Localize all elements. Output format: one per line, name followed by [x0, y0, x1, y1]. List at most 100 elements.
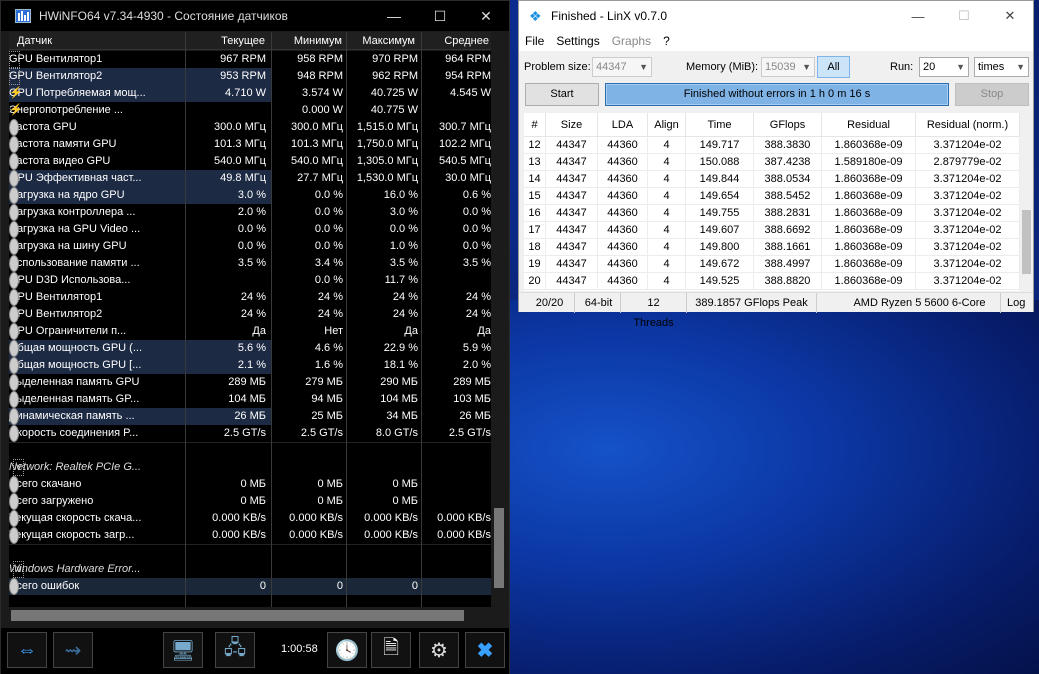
memory-combo[interactable]: 15039 ▼	[761, 57, 815, 77]
sensor-row[interactable]: Общая мощность GPU [... 2.1 % 1.6 % 18.1 % 2…	[9, 357, 491, 374]
sensor-row[interactable]: GPU Вентилятор1 967 RPM 958 RPM 970 RPM 964 …	[9, 51, 491, 68]
results-col-header[interactable]: Time	[686, 113, 754, 137]
value-min: 94 МБ	[311, 393, 343, 405]
results-col-header[interactable]: Size	[546, 113, 598, 137]
table-cell: 19	[524, 256, 546, 273]
sensor-row[interactable]: GPU Вентилятор2 24 % 24 % 24 % 24 %	[9, 306, 491, 323]
results-col-header[interactable]: Residual	[822, 113, 916, 137]
col-max[interactable]: Максимум	[347, 32, 422, 50]
gauge-icon	[9, 357, 19, 374]
value-current: 3.5 %	[237, 257, 266, 269]
close-button[interactable]: ✕	[463, 1, 509, 31]
run-unit-combo[interactable]: times ▼	[974, 57, 1029, 77]
menu-graphs[interactable]: Graphs	[606, 31, 657, 51]
results-col-header[interactable]: LDA	[598, 113, 648, 137]
linx-titlebar[interactable]: ❖ Finished - LinX v0.7.0 — ☐ ✕	[519, 1, 1033, 31]
table-row[interactable]: 16 44347 44360 4 149.755 388.2831 1.860368e-09…	[524, 205, 1020, 222]
menu-file[interactable]: File	[519, 31, 550, 51]
horizontal-scrollbar[interactable]	[9, 608, 491, 623]
value-avg	[422, 476, 491, 493]
sensor-row[interactable]: Динамическая память ... 26 МБ 25 МБ 34 МБ 26…	[9, 408, 491, 425]
collapse-arrows-icon[interactable]: ⇝	[53, 632, 93, 668]
linx-window: ❖ Finished - LinX v0.7.0 — ☐ ✕ File Sett…	[518, 0, 1034, 329]
sensor-row[interactable]: Нагрузка на GPU Video ... 0.0 % 0.0 % 0.0 %…	[9, 221, 491, 238]
sensor-group-row[interactable]: ∨ Windows Hardware Error...	[9, 561, 491, 578]
sensor-row[interactable]: ⚡ GPU Потребляемая мощ... 4.710 W 3.574 W 40…	[9, 85, 491, 102]
col-avg[interactable]: Среднее	[422, 32, 491, 50]
table-row[interactable]: 17 44347 44360 4 149.607 388.6692 1.860368e-09…	[524, 222, 1020, 239]
sensor-row[interactable]: Частота памяти GPU 101.3 МГц 101.3 МГц 1,75…	[9, 136, 491, 153]
results-col-header[interactable]: GFlops	[754, 113, 822, 137]
sensor-row[interactable]: Всего ошибок 0 0 0	[9, 578, 491, 595]
sensor-row[interactable]: ›GPU D3D Использова...0.0 %11.7 %	[9, 272, 491, 289]
arrows-left-right-icon[interactable]: ⇔	[7, 632, 47, 668]
sensor-row[interactable]: Выделенная память GPU 289 МБ 279 МБ 290 МБ 2…	[9, 374, 491, 391]
results-scrollbar[interactable]	[1020, 113, 1033, 291]
start-button[interactable]: Start	[525, 83, 599, 106]
sensor-row[interactable]: Частота GPU 300.0 МГц 300.0 МГц 1,515.0 МГц…	[9, 119, 491, 136]
sensor-row[interactable]: › ⚡ Энергопотребление ... 0.000 W 40.775 W	[9, 102, 491, 119]
table-row[interactable]: 13 44347 44360 4 150.088 387.4238 1.589180e-09…	[524, 154, 1020, 171]
sensor-row[interactable]: Скорость соединения P... 2.5 GT/s 2.5 GT/s…	[9, 425, 491, 442]
sensor-row[interactable]: Нагрузка на ядро GPU 3.0 % 0.0 % 16.0 % 0.6 …	[9, 187, 491, 204]
value-min: 0.000 KB/s	[289, 512, 343, 524]
table-cell: 149.607	[686, 222, 754, 239]
table-row[interactable]: 12 44347 44360 4 149.717 388.3830 1.860368e-09…	[524, 137, 1020, 154]
add-log-icon[interactable]: 🗎	[371, 632, 411, 668]
table-cell: 3.371204e-02	[916, 239, 1020, 256]
sensor-row[interactable]: Использование памяти ... 3.5 % 3.4 % 3.5 % 3…	[9, 255, 491, 272]
value-current: 101.3 МГц	[213, 138, 266, 150]
sensor-row[interactable]: Нагрузка на шину GPU 0.0 % 0.0 % 1.0 % 0.0 %	[9, 238, 491, 255]
value-min: 0 МБ	[317, 478, 343, 490]
close-button[interactable]: ✕	[987, 1, 1033, 31]
all-memory-button[interactable]: All	[817, 56, 850, 78]
network-icon[interactable]: 🖧	[215, 632, 255, 668]
minimize-button[interactable]: —	[895, 1, 941, 31]
table-row[interactable]: 18 44347 44360 4 149.800 388.1661 1.860368e-09…	[524, 239, 1020, 256]
col-min[interactable]: Минимум	[272, 32, 347, 50]
sensor-row[interactable]: GPU Вентилятор2 953 RPM 948 RPM 962 RPM 954 …	[9, 68, 491, 85]
minimize-button[interactable]: —	[371, 1, 417, 31]
maximize-button[interactable]: ☐	[941, 1, 987, 31]
value-avg: 540.5 МГц	[438, 155, 491, 167]
table-cell: 14	[524, 171, 546, 188]
problem-size-combo[interactable]: 44347 ▼	[592, 57, 652, 77]
maximize-button[interactable]: ☐	[417, 1, 463, 31]
sensor-row[interactable]: Выделенная память GP... 104 МБ 94 МБ 104 МБ…	[9, 391, 491, 408]
menu-help[interactable]: ?	[657, 31, 676, 51]
table-row[interactable]: 14 44347 44360 4 149.844 388.0534 1.860368e-09…	[524, 171, 1020, 188]
table-row[interactable]: 15 44347 44360 4 149.654 388.5452 1.860368e-09…	[524, 188, 1020, 205]
sensor-row[interactable]: ›GPU Ограничители п...ДаНетДаДа	[9, 323, 491, 340]
menu-settings[interactable]: Settings	[550, 31, 605, 51]
sensor-row[interactable]: Всего скачано 0 МБ 0 МБ 0 МБ	[9, 476, 491, 493]
sensor-row[interactable]: Общая мощность GPU (... 5.6 % 4.6 % 22.9 % 5…	[9, 340, 491, 357]
clock-icon[interactable]: 🕓	[327, 632, 367, 668]
run-count-combo[interactable]: 20 ▼	[919, 57, 969, 77]
table-row[interactable]: 19 44347 44360 4 149.672 388.4997 1.860368e-09…	[524, 256, 1020, 273]
sensor-row[interactable]: Текущая скорость скача... 0.000 KB/s 0.000…	[9, 510, 491, 527]
results-col-header[interactable]: Align	[648, 113, 686, 137]
sensor-row[interactable]: Частота видео GPU 540.0 МГц 540.0 МГц 1,305…	[9, 153, 491, 170]
hwinfo-titlebar[interactable]: HWiNFO64 v7.34-4930 - Состояние датчиков…	[1, 1, 509, 31]
sensor-row[interactable]: Всего загружено 0 МБ 0 МБ 0 МБ	[9, 493, 491, 510]
value-max: 970 RPM	[372, 53, 418, 65]
col-current[interactable]: Текущее	[186, 32, 272, 50]
sensor-row[interactable]: GPU Вентилятор1 24 % 24 % 24 % 24 %	[9, 289, 491, 306]
results-col-header[interactable]: #	[524, 113, 546, 137]
sensor-row[interactable]: Текущая скорость загр... 0.000 KB/s 0.000 …	[9, 527, 491, 544]
table-row[interactable]: 20 44347 44360 4 149.525 388.8820 1.860368e-09…	[524, 273, 1020, 290]
results-col-header[interactable]: Residual (norm.)	[916, 113, 1020, 137]
settings-gear-icon[interactable]: ⚙	[419, 632, 459, 668]
sensor-row[interactable]: Нагрузка контроллера ... 2.0 % 0.0 % 3.0 % 0…	[9, 204, 491, 221]
monitor-report-icon[interactable]: 🖥	[163, 632, 203, 668]
col-sensor[interactable]: Датчик	[9, 32, 186, 50]
sensor-row[interactable]: GPU Эффективная част... 49.8 МГц 27.7 МГц 1…	[9, 170, 491, 187]
table-cell: 3.371204e-02	[916, 205, 1020, 222]
sensor-group-row[interactable]: ∨ Network: Realtek PCIe G...	[9, 459, 491, 476]
close-icon[interactable]: ✖	[465, 632, 505, 668]
log-button[interactable]: Log	[1001, 293, 1033, 313]
value-min: 24 %	[317, 308, 343, 320]
stop-button[interactable]: Stop	[955, 83, 1029, 106]
vertical-scrollbar[interactable]	[492, 32, 506, 607]
value-max: 104 МБ	[380, 393, 418, 405]
